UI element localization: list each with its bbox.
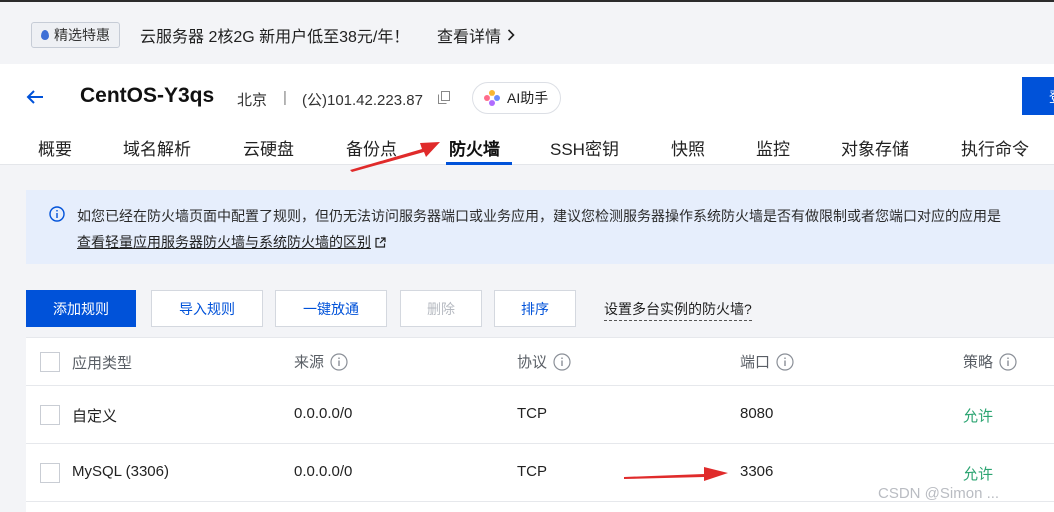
watermark: CSDN @Simon ... [878,485,1000,502]
column-header-protocol: 协议 [517,351,571,372]
tab-backup[interactable]: 备份点 [346,135,397,160]
ai-sparkle-icon [484,90,500,106]
column-label: 策略 [963,354,994,371]
select-all-checkbox[interactable] [40,352,60,372]
add-rule-button[interactable]: 添加规则 [26,290,136,327]
chevron-right-icon [507,29,515,41]
column-label: 协议 [517,354,548,371]
cell-app-type: 自定义 [72,408,118,425]
ai-assistant-button[interactable]: AI助手 [472,82,562,114]
cell-port: 3306 [740,463,774,480]
header-separator: | [283,89,287,106]
instance-region: 北京 [237,92,268,109]
cell-protocol: TCP [517,463,547,480]
public-ip: (公)101.42.223.87 [302,92,423,109]
promo-text: 云服务器 2核2G 新用户低至38元/年！ [140,29,410,46]
open-all-button[interactable]: 一键放通 [275,290,387,327]
column-label: 应用类型 [72,355,133,372]
tab-overview[interactable]: 概要 [38,135,72,160]
drop-icon [41,30,49,40]
notice-text: 如您已经在防火墙页面中配置了规则，但仍无法访问服务器端口或业务应用，建议您检测服… [77,208,1001,224]
promo-details-link[interactable]: 查看详情 [437,23,515,47]
tab-cloud-disk[interactable]: 云硬盘 [243,135,294,160]
info-circle-icon[interactable] [999,352,1017,371]
column-label: 来源 [294,354,325,371]
active-tab-indicator [446,162,512,165]
info-circle-icon[interactable] [553,352,571,371]
promo-details-label: 查看详情 [437,29,502,46]
cell-policy: 允许 [963,466,994,483]
tab-dns[interactable]: 域名解析 [123,135,191,160]
promo-badge[interactable]: 精选特惠 [31,22,120,48]
tab-ssh-keys[interactable]: SSH密钥 [550,135,619,160]
instance-name: CentOS-Y3qs [80,84,215,107]
import-rule-button[interactable]: 导入规则 [151,290,263,327]
instance-header: CentOS-Y3qs 北京 | (公)101.42.223.87 AI助手 登… [0,64,1054,165]
table-row[interactable]: 自定义 0.0.0.0/0 TCP 8080 允许 [26,386,1054,444]
column-header-port: 端口 [740,351,794,372]
tab-monitor[interactable]: 监控 [756,135,790,160]
column-header-app-type: 应用类型 [72,352,132,373]
row-checkbox[interactable] [40,405,60,425]
column-header-source: 来源 [294,351,348,372]
cell-app-type: MySQL (3306) [72,463,169,480]
cell-source: 0.0.0.0/0 [294,463,353,480]
notice-link-label: 查看轻量应用服务器防火墙与系统防火墙的区别 [77,234,371,250]
info-circle-icon[interactable] [330,352,348,371]
promo-bar: 精选特惠 云服务器 2核2G 新用户低至38元/年！ 查看详情 [0,2,1054,64]
back-arrow-icon[interactable] [24,86,46,108]
cell-policy: 允许 [963,408,994,425]
info-circle-icon[interactable] [776,352,794,371]
copy-icon[interactable] [438,91,450,104]
tab-firewall[interactable]: 防火墙 [449,135,500,160]
tab-object-storage[interactable]: 对象存储 [841,135,909,160]
header-primary-button[interactable]: 登 [1022,77,1054,115]
multi-instance-firewall-link[interactable]: 设置多台实例的防火墙? [604,299,752,321]
row-checkbox[interactable] [40,463,60,483]
sort-button[interactable]: 排序 [494,290,576,327]
firewall-difference-link[interactable]: 查看轻量应用服务器防火墙与系统防火墙的区别 [77,232,386,252]
cell-source: 0.0.0.0/0 [294,405,353,422]
column-label: 端口 [740,354,771,371]
ai-assistant-label: AI助手 [507,90,549,106]
info-icon [49,206,65,222]
column-header-policy: 策略 [963,351,1017,372]
table-header-row: 应用类型 来源 协议 端口 策略 [26,338,1054,386]
promo-badge-label: 精选特惠 [54,27,110,43]
delete-button[interactable]: 删除 [400,290,482,327]
info-notice: 如您已经在防火墙页面中配置了规则，但仍无法访问服务器端口或业务应用，建议您检测服… [26,190,1054,264]
cell-port: 8080 [740,405,774,422]
cell-protocol: TCP [517,405,547,422]
tab-snapshot[interactable]: 快照 [671,135,705,160]
external-link-icon [375,236,386,248]
tab-bar: 概要 域名解析 云硬盘 备份点 防火墙 SSH密钥 快照 监控 对象存储 执行命… [0,132,1054,165]
tab-exec-command[interactable]: 执行命令 [961,135,1029,160]
